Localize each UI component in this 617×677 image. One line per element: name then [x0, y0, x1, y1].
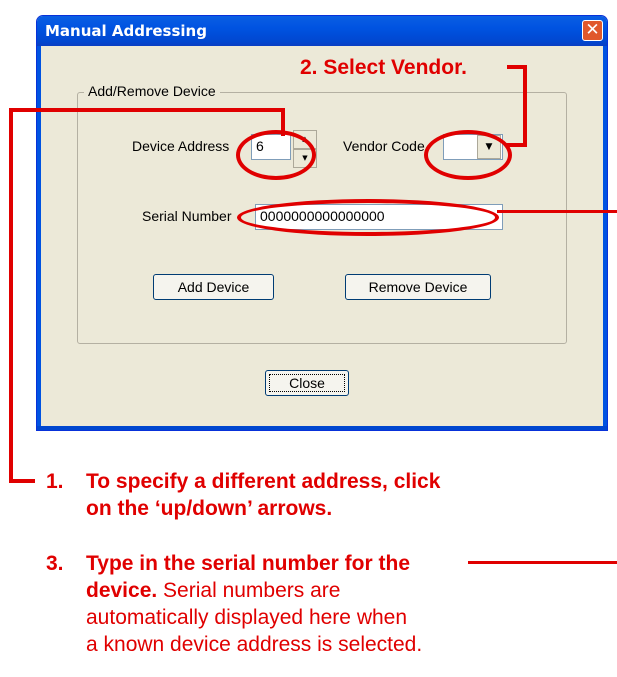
device-address-label: Device Address [132, 138, 230, 154]
vendor-code-label: Vendor Code [343, 138, 425, 154]
vendor-highlight-oval [424, 130, 512, 180]
connector-step1-top [9, 108, 285, 112]
step3-plain-1: Serial numbers are [157, 579, 341, 602]
close-button[interactable]: Close [265, 370, 349, 396]
step3-bold-device: device. [86, 579, 158, 602]
window-frame-right [603, 46, 607, 430]
step3-line2: device. Serial numbers are [86, 577, 340, 604]
window-frame-left [37, 46, 41, 430]
connector-step3-top [497, 210, 617, 213]
step1-number: 1. [46, 470, 64, 493]
step3-line4: a known device address is selected. [86, 633, 423, 656]
step3-line3: automatically displayed here when [86, 606, 408, 629]
step1-line2: on the ‘up/down’ arrows. [86, 497, 333, 520]
focus-rect [269, 374, 345, 392]
close-icon[interactable]: ✕ [582, 20, 603, 41]
connector-step2-vert [523, 65, 527, 147]
connector-step3-bottom [468, 561, 617, 564]
step3-number: 3. [46, 552, 64, 575]
serial-number-label: Serial Number [142, 208, 232, 224]
connector-step1-stub [281, 108, 285, 136]
serial-highlight-oval [237, 199, 499, 236]
remove-device-button[interactable]: Remove Device [345, 274, 491, 300]
step1-line1: To specify a different address, click [86, 470, 441, 493]
step3-line1: Type in the serial number for the [86, 552, 411, 575]
connector-step1-bottom [9, 479, 35, 483]
address-highlight-oval [236, 130, 316, 180]
add-device-button[interactable]: Add Device [153, 274, 274, 300]
step2-annotation: 2. Select Vendor. [300, 56, 467, 79]
title-bar[interactable]: Manual Addressing ✕ [37, 16, 607, 46]
group-label: Add/Remove Device [84, 83, 220, 99]
dialog-title: Manual Addressing [45, 22, 207, 40]
connector-step1-vert [9, 108, 13, 483]
window-frame-bottom [37, 426, 607, 430]
connector-step2-bottom [505, 143, 527, 147]
